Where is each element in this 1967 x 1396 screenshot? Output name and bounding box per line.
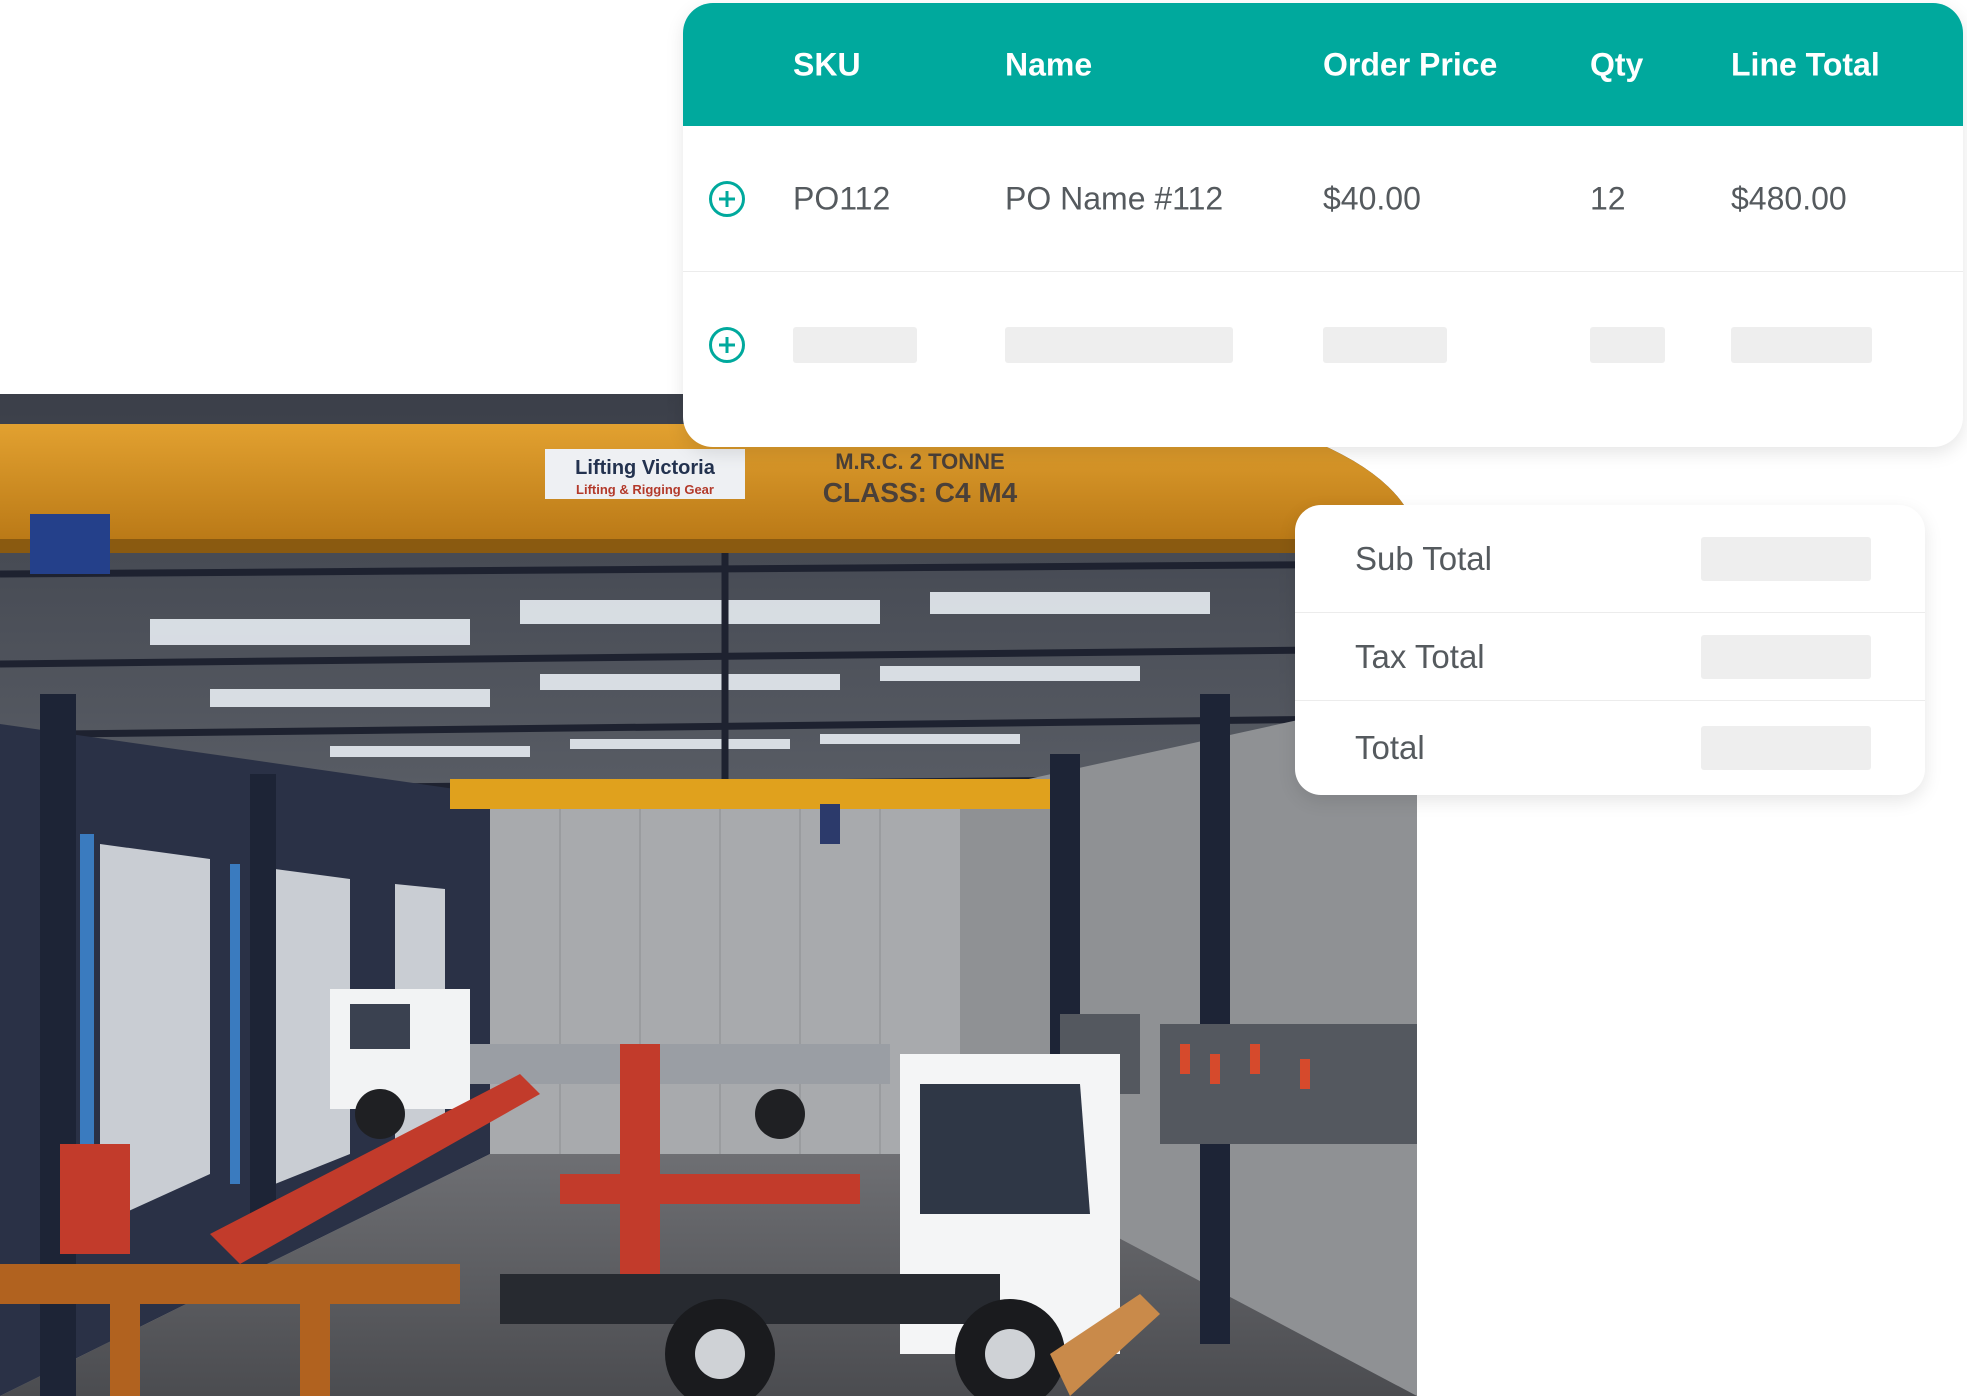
order-price-placeholder <box>1323 327 1447 363</box>
sub-total-label: Sub Total <box>1355 539 1492 577</box>
plus-circle-icon[interactable] <box>709 327 745 363</box>
column-header-qty[interactable]: Qty <box>1590 46 1643 83</box>
crane-sign-subtext: Lifting & Rigging Gear <box>576 482 714 497</box>
totals-summary: Sub Total Tax Total Total <box>1295 505 1925 795</box>
column-header-order-price[interactable]: Order Price <box>1323 46 1497 83</box>
total-label: Total <box>1355 729 1425 766</box>
crane-rating-text: M.R.C. 2 TONNE <box>835 449 1005 474</box>
row-qty: 12 <box>1590 180 1626 216</box>
sku-placeholder <box>793 327 917 363</box>
row-order-price: $40.00 <box>1323 180 1421 216</box>
table-row-placeholder <box>683 272 1963 418</box>
total-placeholder <box>1701 726 1871 770</box>
column-header-line-total[interactable]: Line Total <box>1731 46 1880 83</box>
qty-placeholder <box>1590 327 1665 363</box>
name-placeholder <box>1005 327 1233 363</box>
crane-class-text: CLASS: C4 M4 <box>823 477 1018 508</box>
column-header-sku[interactable]: SKU <box>793 46 861 83</box>
tax-total-placeholder <box>1701 634 1871 679</box>
crane-sign-text: Lifting Victoria <box>575 457 716 479</box>
tax-total-row: Tax Total <box>1295 613 1925 701</box>
order-lines-table: SKU Name Order Price Qty Line Total PO11… <box>683 3 1963 447</box>
warehouse-photo: Lifting Victoria Lifting & Rigging Gear … <box>0 394 1417 1396</box>
warehouse-illustration: Lifting Victoria Lifting & Rigging Gear … <box>0 394 1417 1396</box>
table-row: PO112 PO Name #112 $40.00 12 $480.00 <box>683 126 1963 272</box>
sub-total-row: Sub Total <box>1295 505 1925 613</box>
table-header: SKU Name Order Price Qty Line Total <box>683 3 1963 126</box>
column-header-name[interactable]: Name <box>1005 46 1092 83</box>
row-name: PO Name #112 <box>1005 180 1224 216</box>
row-line-total: $480.00 <box>1731 180 1847 216</box>
sub-total-placeholder <box>1701 536 1871 581</box>
row-sku: PO112 <box>793 180 891 216</box>
line-total-placeholder <box>1731 327 1872 363</box>
total-row: Total <box>1295 701 1925 795</box>
plus-circle-icon[interactable] <box>709 180 745 217</box>
tax-total-label: Tax Total <box>1355 637 1485 675</box>
